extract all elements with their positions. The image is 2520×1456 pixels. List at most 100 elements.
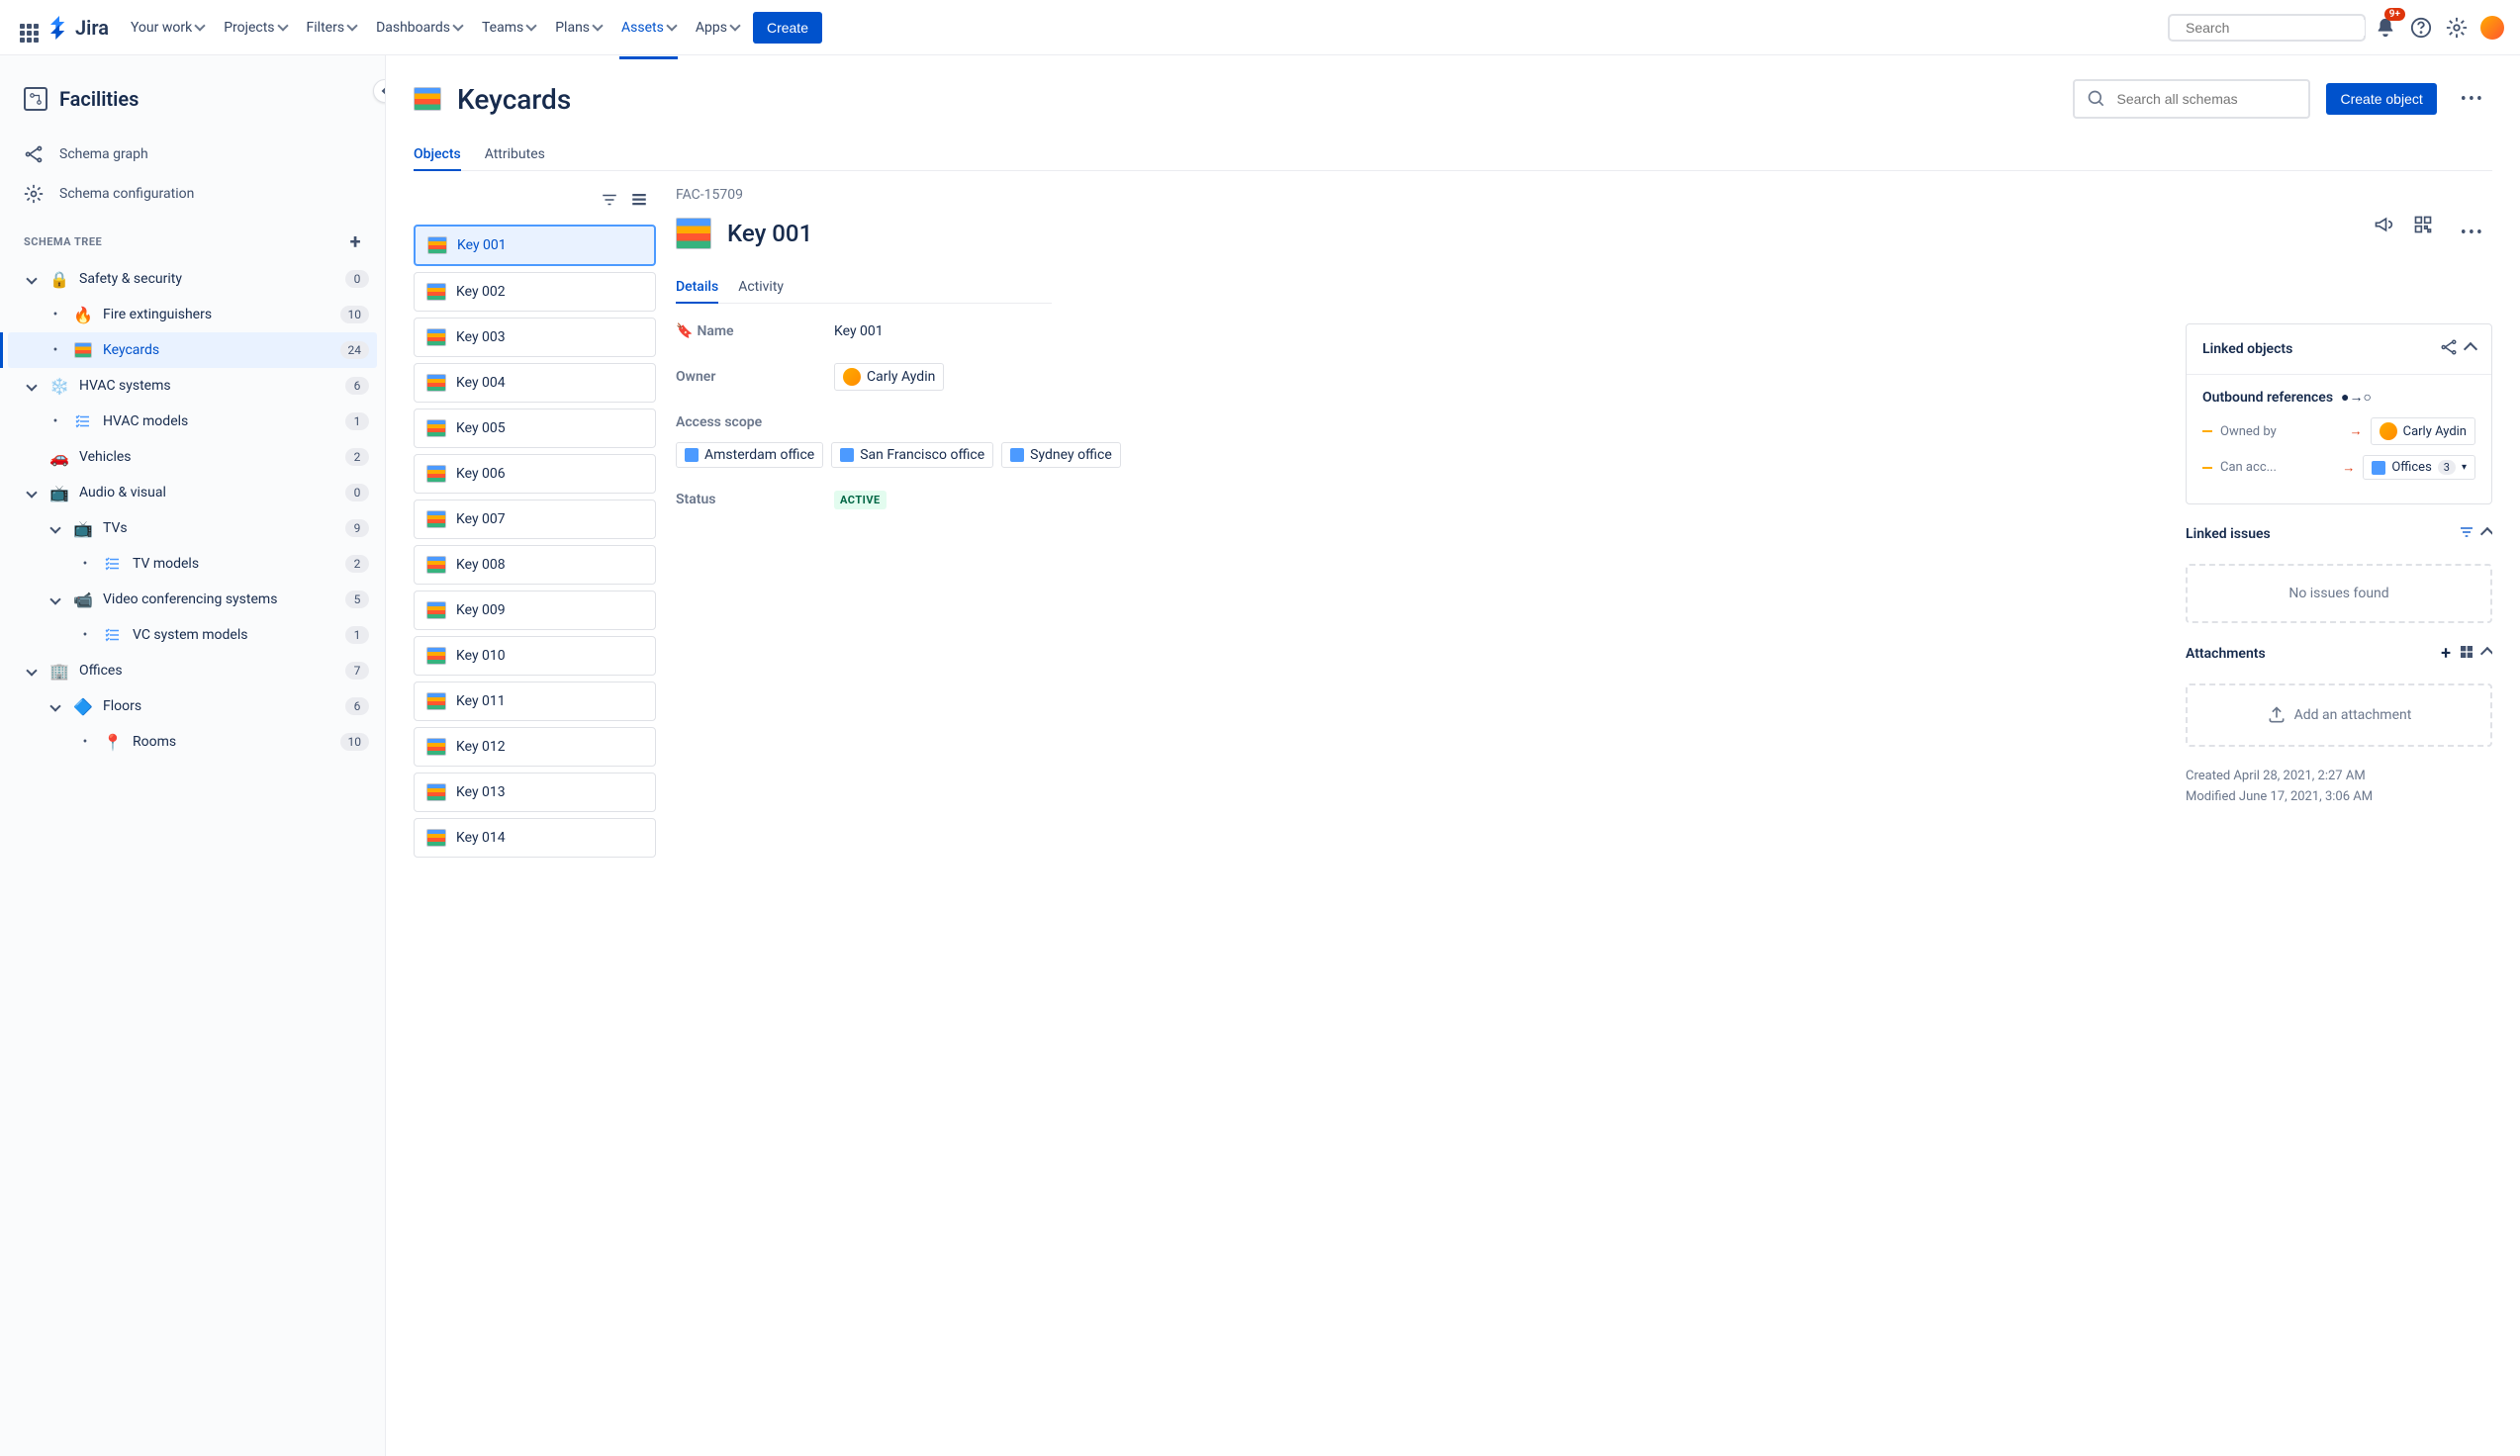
list-item[interactable]: Key 007 (414, 500, 656, 539)
object-detail: FAC-15709 Key 001 ••• Details Activity (676, 187, 2492, 1432)
announce-icon[interactable] (2374, 215, 2393, 251)
access-chip[interactable]: San Francisco office (831, 442, 993, 468)
tree-item-tv-models[interactable]: •TV models2 (8, 546, 377, 582)
profile-avatar[interactable] (2476, 12, 2508, 44)
object-actions: ••• (2374, 215, 2492, 251)
schema-tree-header: SCHEMA TREE + (8, 214, 377, 261)
side-panel: Linked objects Outbound references ●→○ (2186, 323, 2492, 808)
field-owner: Owner Carly Aydin (676, 363, 2146, 391)
list-item[interactable]: Key 013 (414, 773, 656, 812)
create-button[interactable]: Create (753, 12, 822, 44)
search-input[interactable] (2186, 20, 2365, 36)
create-object-button[interactable]: Create object (2326, 83, 2436, 115)
schema-search[interactable] (2073, 79, 2310, 119)
list-item[interactable]: Key 011 (414, 682, 656, 721)
link-label: Schema graph (59, 146, 148, 162)
detail-tabs: Details Activity (676, 271, 1052, 304)
object-icon (676, 218, 711, 249)
gear-icon (24, 184, 44, 204)
schema-graph-link[interactable]: Schema graph (8, 135, 377, 174)
add-attachment-text: Add an attachment (2294, 707, 2412, 723)
detail-tab-details[interactable]: Details (676, 271, 718, 303)
owner-name: Carly Aydin (867, 369, 935, 385)
tree-item-hvac-systems[interactable]: ❄️HVAC systems6 (8, 368, 377, 404)
tab-attributes[interactable]: Attributes (485, 138, 545, 170)
field-label-text: Status (676, 492, 834, 507)
object-title: Key 001 (727, 220, 812, 247)
tree-item-vehicles[interactable]: 🚗Vehicles2 (8, 439, 377, 475)
owner-chip[interactable]: Carly Aydin (834, 363, 944, 391)
list-item[interactable]: Key 008 (414, 545, 656, 585)
object-more-icon[interactable]: ••• (2453, 215, 2492, 251)
avatar-icon (843, 368, 861, 386)
nav-your-work[interactable]: Your work (121, 12, 214, 44)
add-icon[interactable]: + (2441, 643, 2451, 664)
filter-icon[interactable] (2459, 524, 2474, 544)
list-item[interactable]: Key 014 (414, 818, 656, 858)
page-header: Keycards Create object ••• (414, 79, 2492, 119)
nav-assets[interactable]: Assets (611, 12, 686, 44)
collapse-icon[interactable] (2464, 342, 2477, 356)
tree-item-keycards[interactable]: •Keycards24 (8, 332, 377, 368)
list-item[interactable]: Key 003 (414, 318, 656, 357)
object-id: FAC-15709 (676, 187, 2492, 203)
list-item[interactable]: Key 009 (414, 591, 656, 630)
field-status: Status ACTIVE (676, 492, 2146, 507)
help-icon[interactable] (2405, 12, 2437, 44)
tree-item-hvac-models[interactable]: •HVAC models1 (8, 404, 377, 439)
upload-icon (2267, 705, 2287, 725)
list-item[interactable]: Key 004 (414, 363, 656, 403)
tree-item-tvs[interactable]: 📺TVs9 (8, 510, 377, 546)
notifications-icon[interactable]: 9+ (2370, 12, 2401, 44)
grid-view-icon[interactable] (2459, 644, 2474, 664)
global-search[interactable] (2168, 14, 2366, 42)
tree-item-offices[interactable]: 🏢Offices7 (8, 653, 377, 688)
schema-search-input[interactable] (2116, 91, 2296, 107)
outbound-icon: ●→○ (2341, 389, 2372, 406)
tab-objects[interactable]: Objects (414, 138, 461, 170)
list-item[interactable]: Key 005 (414, 409, 656, 448)
section-label: Linked issues (2186, 526, 2271, 542)
nav-apps[interactable]: Apps (686, 12, 749, 44)
tree-item-safety-security[interactable]: 🔒Safety & security0 (8, 261, 377, 297)
tree-item-audio-visual[interactable]: 📺Audio & visual0 (8, 475, 377, 510)
list-toolbar (414, 187, 656, 225)
access-chip[interactable]: Amsterdam office (676, 442, 823, 468)
more-icon[interactable]: ••• (2453, 81, 2492, 118)
nav-dashboards[interactable]: Dashboards (366, 12, 472, 44)
list-item[interactable]: Key 002 (414, 272, 656, 312)
settings-icon[interactable] (2441, 12, 2473, 44)
collapse-icon[interactable] (2480, 527, 2492, 541)
list-item[interactable]: Key 010 (414, 636, 656, 676)
schema-name: Facilities (59, 87, 139, 111)
nav-filters[interactable]: Filters (297, 12, 367, 44)
list-item[interactable]: Key 012 (414, 727, 656, 767)
list-item[interactable]: Key 001 (414, 225, 656, 266)
app-switcher-icon[interactable] (12, 16, 36, 40)
page-tabs: Objects Attributes (414, 138, 2492, 171)
tree-item-floors[interactable]: 🔷Floors6 (8, 688, 377, 724)
graph-view-icon[interactable] (2440, 338, 2458, 360)
nav-projects[interactable]: Projects (214, 12, 296, 44)
add-attachment-box[interactable]: Add an attachment (2186, 683, 2492, 747)
tree-item-vc-system-models[interactable]: •VC system models1 (8, 617, 377, 653)
nav-teams[interactable]: Teams (472, 12, 545, 44)
nav-plans[interactable]: Plans (545, 12, 611, 44)
detail-tab-activity[interactable]: Activity (738, 271, 784, 303)
tree-item-rooms[interactable]: •📍Rooms10 (8, 724, 377, 760)
filter-icon[interactable] (601, 191, 618, 213)
attachments-header: Attachments + (2186, 643, 2492, 664)
list-view-icon[interactable] (630, 191, 648, 213)
add-tree-item-icon[interactable]: + (350, 229, 361, 253)
object-list: Key 001 Key 002 Key 003 Key 004 Key 005 Key 0… (414, 225, 656, 858)
field-label-text: Owner (676, 363, 834, 391)
qr-icon[interactable] (2413, 215, 2433, 251)
list-item[interactable]: Key 006 (414, 454, 656, 494)
schema-config-link[interactable]: Schema configuration (8, 174, 377, 214)
tree-item-fire-extinguishers[interactable]: •🔥Fire extinguishers10 (8, 297, 377, 332)
tree-item-video-conferencing-systems[interactable]: 📹Video conferencing systems5 (8, 582, 377, 617)
collapse-icon[interactable] (2480, 646, 2492, 660)
access-chip[interactable]: Sydney office (1001, 442, 1121, 468)
jira-logo[interactable]: Jira (47, 16, 109, 40)
fields: 🔖Name Key 001 Owner Carly Aydin Access s… (676, 323, 2146, 808)
